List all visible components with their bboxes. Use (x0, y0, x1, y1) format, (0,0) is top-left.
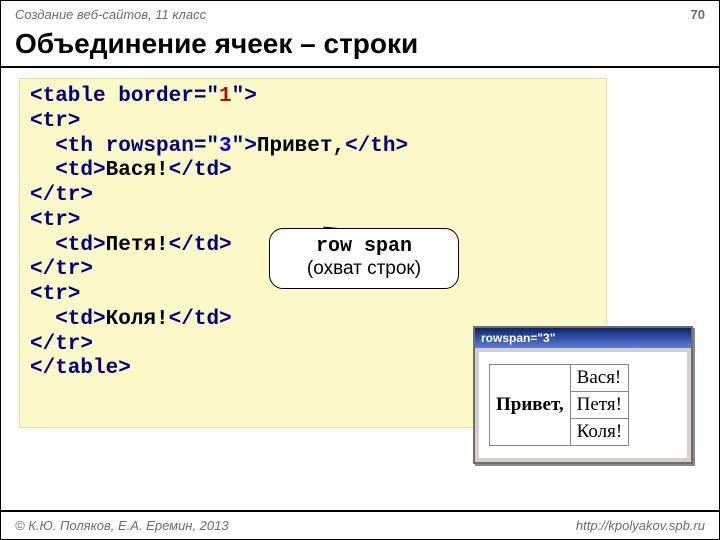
code-l5: </tr> (30, 184, 93, 207)
table-row: Привет, Вася! (490, 365, 629, 392)
code-l3e: </th> (345, 135, 408, 158)
code-l2: <tr> (30, 110, 80, 133)
content-area: <table border="1"> <tr> <th rowspan="3">… (1, 68, 719, 498)
result-cell-1: Вася! (570, 365, 629, 392)
result-th: Привет, (490, 365, 571, 446)
code-l4e: </td> (169, 159, 232, 182)
code-l11: </tr> (30, 333, 93, 356)
page-header: Создание веб-сайтов, 11 класс 70 (1, 1, 719, 24)
code-l4t: Вася! (106, 159, 169, 182)
footer-url: http://kpolyakov.spb.ru (576, 518, 705, 533)
code-l7a: <td> (30, 234, 106, 257)
code-l7t: Петя! (106, 234, 169, 257)
code-l1c: "> (232, 85, 257, 108)
code-l10e: </td> (169, 308, 232, 331)
code-l6: <tr> (30, 209, 80, 232)
browser-titlebar: rowspan="3" (475, 328, 691, 348)
callout-line1: row span (280, 235, 448, 258)
code-l4a: <td> (30, 159, 106, 182)
browser-preview: rowspan="3" Привет, Вася! Петя! Коля! (473, 326, 693, 464)
copyright-label: © К.Ю. Поляков, Е.А. Еремин, 2013 (15, 518, 229, 533)
code-l3b: 3 (219, 135, 232, 158)
page-number: 70 (691, 7, 705, 22)
page-title: Объединение ячеек – строки (1, 24, 719, 60)
page-footer: © К.Ю. Поляков, Е.А. Еремин, 2013 http:/… (1, 510, 719, 539)
code-l10t: Коля! (106, 308, 169, 331)
code-l8: </tr> (30, 258, 93, 281)
code-l1a: <table border=" (30, 85, 219, 108)
code-l10a: <td> (30, 308, 106, 331)
callout-line2: (охват строк) (280, 258, 448, 280)
code-l7e: </td> (169, 234, 232, 257)
code-l12: </table> (30, 357, 131, 380)
result-cell-2: Петя! (570, 392, 629, 419)
result-table: Привет, Вася! Петя! Коля! (489, 364, 629, 446)
result-cell-3: Коля! (570, 419, 629, 446)
code-l1v: 1 (219, 85, 232, 108)
browser-body: Привет, Вася! Петя! Коля! (479, 352, 687, 458)
course-label: Создание веб-сайтов, 11 класс (15, 7, 206, 22)
code-l9: <tr> (30, 283, 80, 306)
code-l3c: "> (232, 135, 257, 158)
callout-bubble: row span (охват строк) (269, 228, 459, 289)
code-l3t: Привет, (257, 135, 345, 158)
code-l3a: <th rowspan=" (30, 135, 219, 158)
